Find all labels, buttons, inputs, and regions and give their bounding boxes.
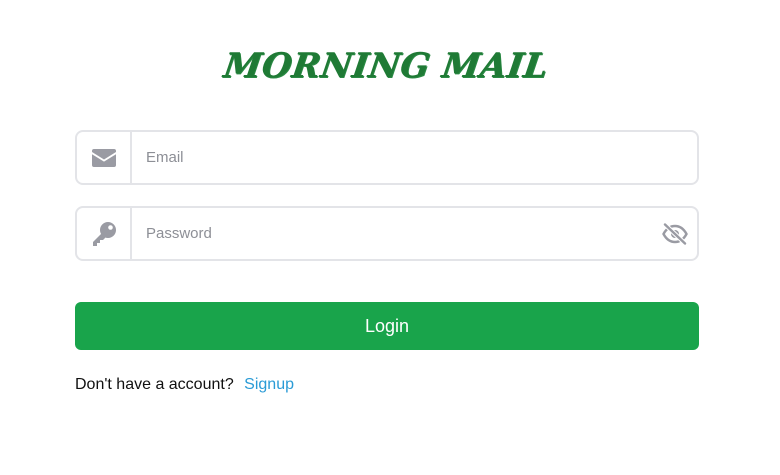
eye-slash-icon <box>662 222 688 245</box>
email-input[interactable] <box>132 132 697 183</box>
signup-prompt-text: Don't have a account? <box>75 376 234 393</box>
password-field-group <box>75 206 699 261</box>
envelope-icon <box>91 148 116 167</box>
password-input[interactable] <box>132 208 653 259</box>
app-logo-title: MORNING MAIL <box>221 46 551 86</box>
signup-prompt: Don't have a account? Signup <box>75 376 294 394</box>
signup-link[interactable]: Signup <box>244 376 294 393</box>
login-button[interactable]: Login <box>75 302 699 350</box>
password-icon-cell <box>77 208 132 259</box>
key-icon <box>92 221 116 246</box>
login-page: MORNING MAIL Login <box>0 0 780 475</box>
toggle-password-visibility-button[interactable] <box>653 208 697 259</box>
email-field-group <box>75 130 699 185</box>
email-icon-cell <box>77 132 132 183</box>
